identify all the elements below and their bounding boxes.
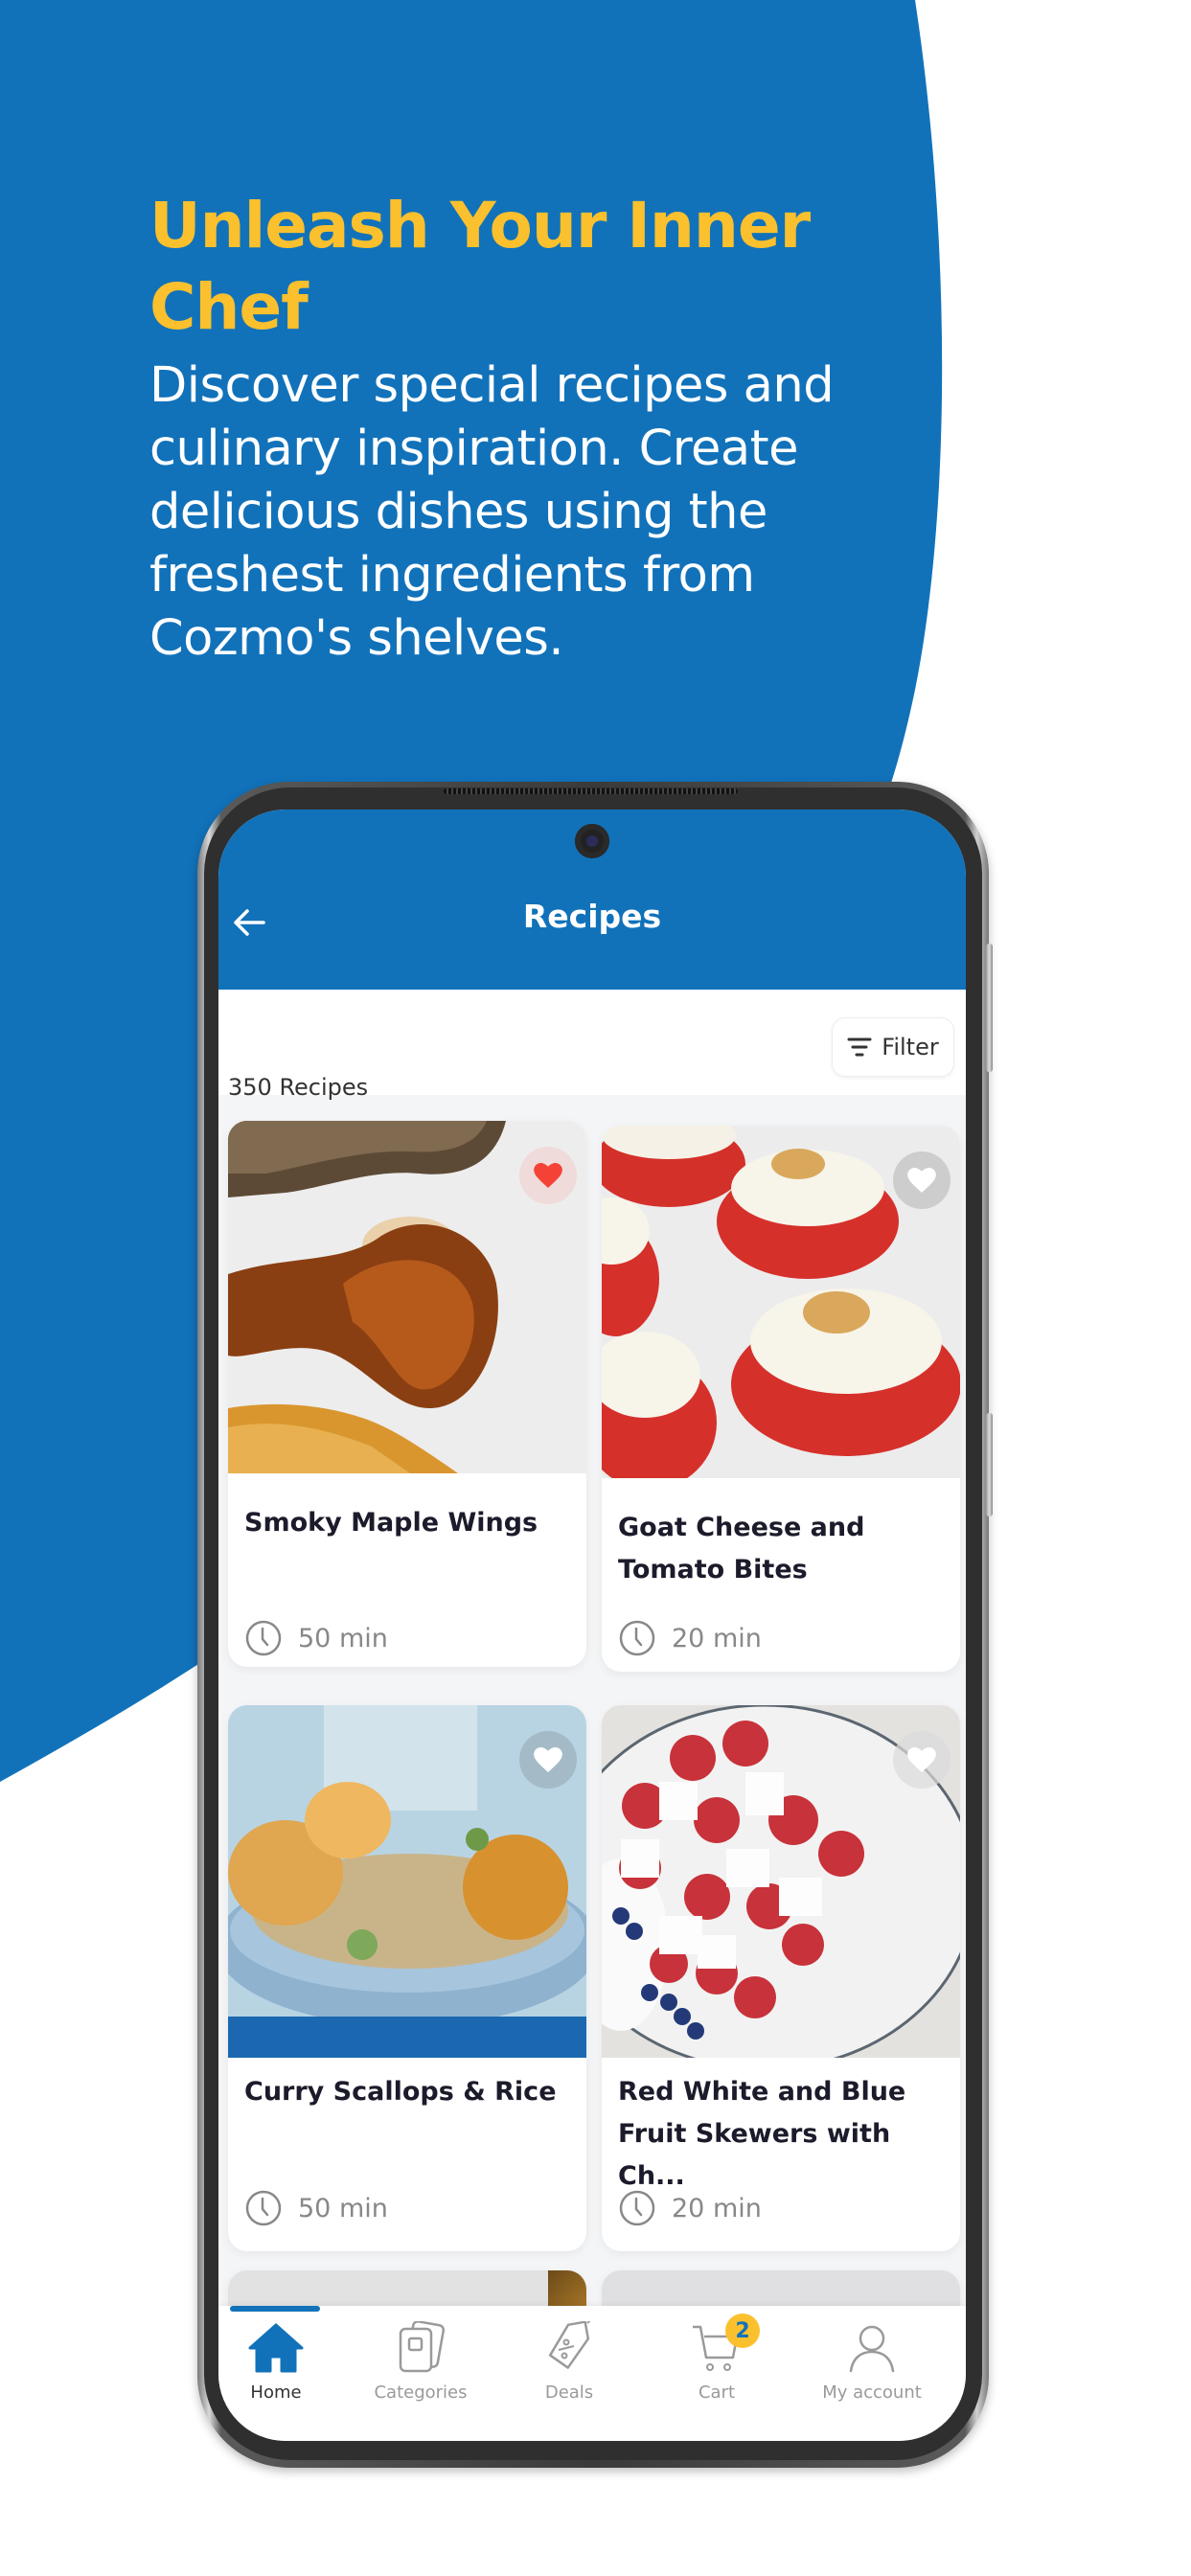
- nav-label: Cart: [698, 2382, 736, 2403]
- favorite-button[interactable]: [893, 1151, 951, 1209]
- recipe-card[interactable]: Goat Cheese and Tomato Bites 20 min: [602, 1126, 960, 1672]
- bottom-navigation: Home Categories Deals 2 Cart My account: [218, 2306, 966, 2441]
- heart-outline-icon: [907, 1747, 936, 1772]
- recipe-time: 50 min: [244, 1619, 388, 1657]
- phone-speaker: [444, 788, 738, 794]
- recipe-title: Red White and Blue Fruit Skewers with Ch…: [618, 2077, 906, 2191]
- recipe-title: Goat Cheese and Tomato Bites: [618, 1513, 865, 1584]
- heart-outline-icon: [907, 1168, 936, 1193]
- recipe-title: Smoky Maple Wings: [244, 1508, 538, 1538]
- recipe-time-value: 20 min: [672, 1623, 762, 1653]
- recipe-card[interactable]: Smoky Maple Wings 50 min: [228, 1121, 586, 1667]
- hero-headline: Unleash Your Inner Chef: [149, 189, 811, 344]
- app-header: Recipes: [218, 809, 966, 990]
- filter-label: Filter: [882, 1034, 939, 1060]
- cart-badge: 2: [725, 2314, 760, 2348]
- nav-cart[interactable]: 2 Cart: [642, 2314, 791, 2409]
- recipe-card[interactable]: Curry Scallops & Rice 50 min: [228, 1705, 586, 2251]
- phone-volume-button: [986, 944, 993, 1072]
- nav-label: Deals: [544, 2382, 594, 2403]
- heart-outline-icon: [534, 1747, 562, 1772]
- clock-icon: [619, 1620, 655, 1656]
- user-icon: [849, 2325, 895, 2373]
- clock-icon: [245, 2190, 282, 2226]
- categories-icon: [399, 2321, 445, 2373]
- recipe-time: 20 min: [618, 2189, 762, 2227]
- nav-label: My account: [822, 2382, 922, 2403]
- clock-icon: [245, 1620, 282, 1656]
- recipe-time: 20 min: [618, 1619, 762, 1657]
- nav-label: Home: [250, 2382, 302, 2403]
- nav-label: Categories: [374, 2382, 468, 2403]
- home-icon: [248, 2323, 304, 2373]
- recipe-time-value: 50 min: [298, 2193, 388, 2223]
- phone-screen: Recipes 350 Recipes Filter Smoky Maple W…: [218, 809, 966, 2441]
- recipe-count: 350 Recipes: [228, 1074, 369, 1101]
- recipe-time: 50 min: [244, 2189, 388, 2227]
- recipe-card[interactable]: Red White and Blue Fruit Skewers with Ch…: [602, 1705, 960, 2251]
- tag-icon: [548, 2321, 591, 2369]
- recipe-time-value: 50 min: [298, 1623, 388, 1653]
- recipe-time-value: 20 min: [672, 2193, 762, 2223]
- nav-my-account[interactable]: My account: [797, 2314, 947, 2409]
- nav-categories[interactable]: Categories: [346, 2314, 495, 2409]
- nav-home[interactable]: Home: [218, 2314, 351, 2409]
- filter-lines-icon: [847, 1037, 872, 1057]
- clock-icon: [619, 2190, 655, 2226]
- nav-deals[interactable]: Deals: [494, 2314, 644, 2409]
- recipe-title: Curry Scallops & Rice: [244, 2077, 557, 2107]
- hero-description: Discover special recipes and culinary in…: [149, 357, 835, 667]
- front-camera: [575, 824, 609, 858]
- phone-power-button: [986, 1413, 993, 1516]
- favorite-button[interactable]: [893, 1731, 951, 1789]
- favorite-button[interactable]: [519, 1147, 577, 1204]
- favorite-button[interactable]: [519, 1731, 577, 1789]
- filter-button[interactable]: Filter: [832, 1017, 954, 1077]
- active-tab-indicator: [230, 2306, 320, 2312]
- page-title: Recipes: [522, 898, 662, 935]
- heart-filled-icon: [534, 1163, 562, 1188]
